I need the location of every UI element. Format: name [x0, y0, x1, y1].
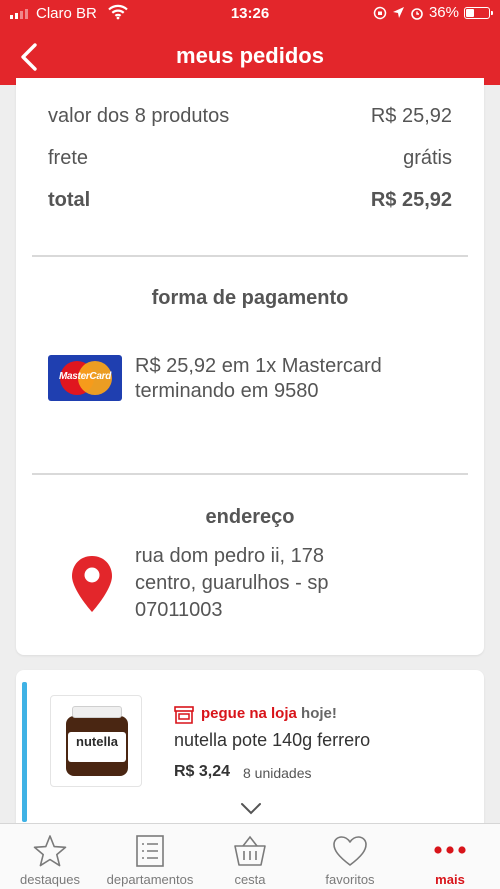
- mastercard-logo: MasterCard: [48, 355, 122, 401]
- address-line-3: 07011003: [135, 599, 223, 621]
- address-details: rua dom pedro ii, 178 centro, guarulhos …: [135, 543, 328, 624]
- page-title: meus pedidos: [176, 43, 324, 68]
- address-line-2: centro, guarulhos - sp: [135, 572, 329, 594]
- divider: [32, 473, 468, 475]
- tab-label: mais: [435, 872, 465, 887]
- pickup-info: pegue na loja hoje!: [201, 705, 337, 722]
- nutella-jar-image: nutella: [66, 706, 128, 776]
- more-icon: [434, 846, 466, 854]
- tab-destaques[interactable]: destaques: [0, 824, 100, 889]
- subtotal-label: valor dos 8 produtos: [48, 105, 230, 127]
- shipping-label: frete: [48, 147, 89, 169]
- alarm-icon: [411, 7, 423, 20]
- order-summary-card: valor dos 8 produtos R$ 25,92 frete grát…: [16, 78, 484, 655]
- tab-cesta[interactable]: cesta: [200, 824, 300, 889]
- payment-line-2: terminando em 9580: [135, 380, 319, 402]
- location-arrow-icon: [392, 7, 404, 18]
- pickup-when: hoje!: [301, 705, 337, 722]
- status-accent-bar: [22, 682, 27, 822]
- mastercard-logo-text: MasterCard: [58, 371, 112, 382]
- tab-label: cesta: [234, 872, 266, 887]
- total-row: total R$ 25,92: [48, 189, 452, 212]
- payment-line-1: R$ 25,92 em 1x Mastercard: [135, 355, 382, 377]
- tab-label: destaques: [20, 872, 80, 887]
- product-thumbnail[interactable]: nutella: [50, 695, 142, 787]
- header: meus pedidos: [0, 28, 500, 85]
- address-section-title: endereço: [205, 506, 295, 528]
- payment-section-title: forma de pagamento: [151, 287, 349, 309]
- address-line-1: rua dom pedro ii, 178: [135, 545, 325, 567]
- tab-favoritos[interactable]: favoritos: [300, 824, 400, 889]
- product-name: nutella pote 140g ferrero: [174, 730, 371, 750]
- location-pin-icon: [72, 556, 112, 612]
- shipping-row: frete grátis: [48, 147, 452, 170]
- tab-label: favoritos: [325, 872, 375, 887]
- tab-label: departamentos: [106, 872, 194, 887]
- product-units: 8 unidades: [243, 765, 312, 781]
- battery-percent: 36%: [428, 4, 459, 21]
- tab-bar: destaques departamentos cesta favoritos …: [0, 823, 500, 889]
- star-icon: [33, 835, 67, 867]
- total-label: total: [48, 189, 91, 211]
- chevron-down-icon[interactable]: [240, 802, 262, 816]
- list-icon: [136, 835, 164, 867]
- heart-icon: [333, 836, 367, 866]
- payment-details: R$ 25,92 em 1x Mastercard terminando em …: [135, 354, 382, 404]
- product-price: R$ 3,24: [174, 763, 231, 780]
- divider: [32, 255, 468, 257]
- subtotal-row: valor dos 8 produtos R$ 25,92: [48, 105, 452, 128]
- shipping-value: grátis: [403, 147, 452, 169]
- lock-rotation-icon: [373, 6, 387, 19]
- status-bar: Claro BR 13:26 36%: [0, 0, 500, 28]
- store-icon: [174, 706, 194, 724]
- total-value: R$ 25,92: [370, 189, 452, 211]
- battery-icon: [464, 6, 493, 19]
- basket-icon: [234, 835, 266, 866]
- tab-mais[interactable]: mais: [400, 824, 500, 889]
- pickup-label: pegue na loja: [201, 705, 297, 722]
- subtotal-value: R$ 25,92: [370, 105, 452, 127]
- tab-departamentos[interactable]: departamentos: [100, 824, 200, 889]
- thumb-brand-text: nutella: [76, 734, 118, 749]
